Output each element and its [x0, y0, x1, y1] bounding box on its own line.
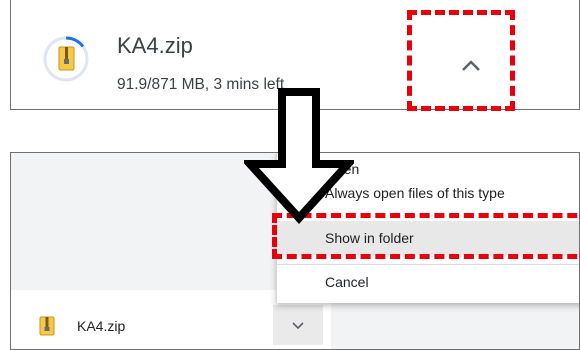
chevron-down-icon	[292, 322, 304, 330]
down-arrow-icon	[244, 88, 354, 224]
download-options-button[interactable]	[273, 305, 323, 345]
download-bar-item[interactable]: KA4.zip	[39, 316, 125, 336]
download-bar-file-name: KA4.zip	[77, 318, 126, 334]
zip-file-icon	[43, 36, 89, 82]
download-file-name: KA4.zip	[117, 33, 193, 58]
menu-item-cancel[interactable]: Cancel	[277, 265, 579, 299]
zip-file-icon	[39, 316, 55, 336]
highlight-box-expand	[407, 10, 515, 111]
